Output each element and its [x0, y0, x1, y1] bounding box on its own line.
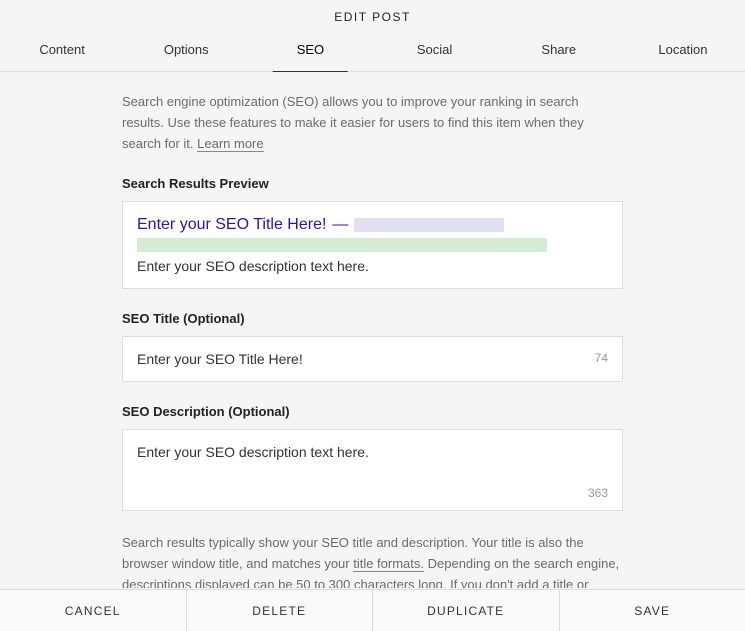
footer-help-text: Search results typically show your SEO t… [122, 533, 623, 588]
preview-dash: — [332, 216, 348, 234]
seo-description-input[interactable] [137, 444, 608, 489]
learn-more-link[interactable]: Learn more [197, 136, 263, 152]
preview-label: Search Results Preview [122, 176, 623, 191]
seo-description-field: SEO Description (Optional) 363 [122, 404, 623, 511]
preview-url-redacted [137, 238, 547, 252]
preview-description-text: Enter your SEO description text here. [137, 258, 608, 274]
seo-title-input-wrap: 74 [122, 336, 623, 382]
search-preview-box: Enter your SEO Title Here! — Enter your … [122, 201, 623, 289]
preview-title-row: Enter your SEO Title Here! — [137, 216, 608, 234]
title-formats-link[interactable]: title formats. [353, 556, 424, 572]
intro-body: Search engine optimization (SEO) allows … [122, 94, 584, 151]
cancel-button[interactable]: CANCEL [0, 590, 187, 631]
intro-text: Search engine optimization (SEO) allows … [122, 92, 623, 154]
seo-description-label: SEO Description (Optional) [122, 404, 623, 419]
seo-description-count: 363 [588, 486, 608, 500]
delete-button[interactable]: DELETE [187, 590, 374, 631]
tab-share[interactable]: Share [497, 30, 621, 71]
duplicate-button[interactable]: DUPLICATE [373, 590, 560, 631]
tab-social[interactable]: Social [373, 30, 497, 71]
seo-title-input[interactable] [137, 351, 595, 367]
tab-content[interactable]: Content [0, 30, 124, 71]
preview-site-redacted [354, 218, 504, 232]
preview-title-text: Enter your SEO Title Here! [137, 216, 326, 234]
seo-description-input-wrap: 363 [122, 429, 623, 511]
tab-location[interactable]: Location [621, 30, 745, 71]
content-panel: Search engine optimization (SEO) allows … [0, 72, 745, 588]
action-bar: CANCEL DELETE DUPLICATE SAVE [0, 589, 745, 631]
tab-options[interactable]: Options [124, 30, 248, 71]
tab-seo[interactable]: SEO [248, 30, 372, 71]
dialog-title: EDIT POST [0, 0, 745, 30]
seo-title-count: 74 [595, 351, 608, 365]
tab-bar: Content Options SEO Social Share Locatio… [0, 30, 745, 72]
seo-title-label: SEO Title (Optional) [122, 311, 623, 326]
save-button[interactable]: SAVE [560, 590, 745, 631]
seo-title-field: SEO Title (Optional) 74 [122, 311, 623, 382]
